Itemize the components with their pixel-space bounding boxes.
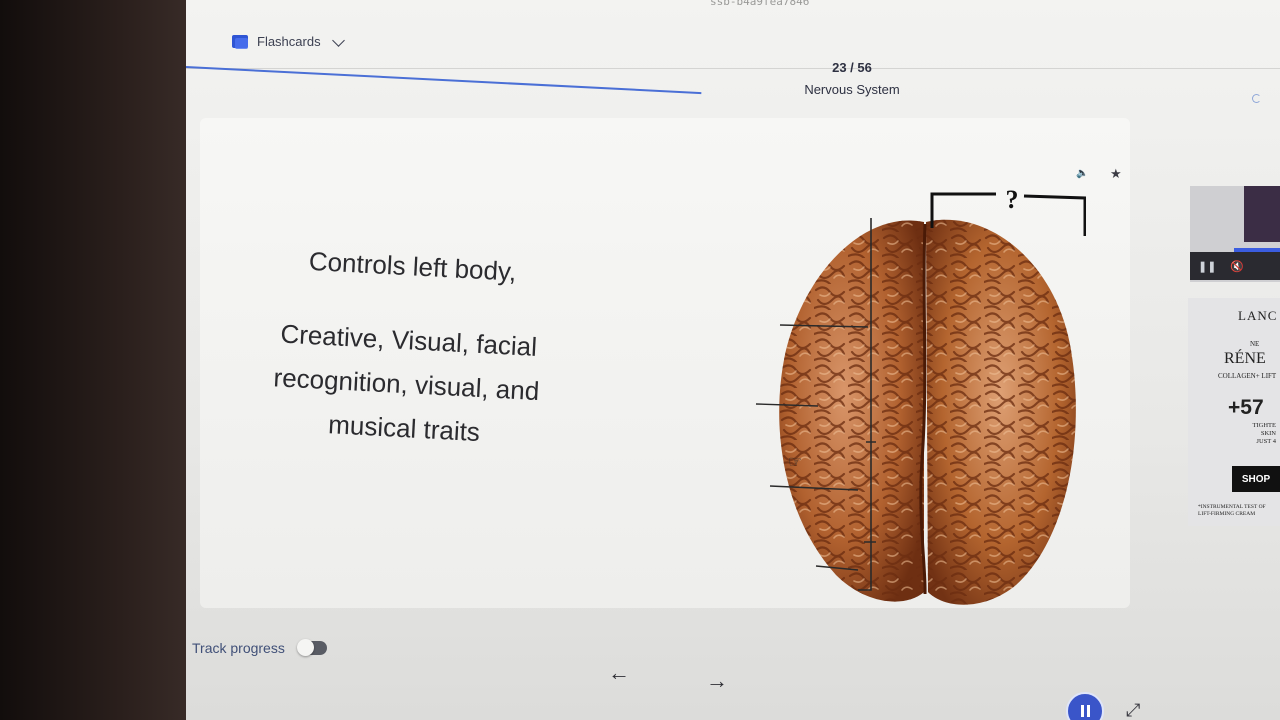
loading-icon <box>1252 94 1261 103</box>
ad-fine-print: *INSTRUMENTAL TEST OF LIFT-FIRMING CREAM <box>1198 504 1266 517</box>
next-card-button[interactable]: → <box>706 668 728 694</box>
ad-subline: COLLAGEN+ LIFT <box>1218 372 1277 380</box>
flashcards-icon <box>232 35 248 49</box>
mode-label: Flashcards <box>257 34 321 49</box>
progress-track <box>186 68 1280 69</box>
track-progress-label: Track progress <box>192 640 285 656</box>
card-definition: Controls left body, Creative, Visual, fa… <box>242 236 574 488</box>
card-counter: 23 / 56 <box>832 60 872 75</box>
pause-icon[interactable]: ❚❚ <box>1198 260 1216 273</box>
ad-product: RÉNE <box>1224 350 1266 367</box>
shuffle-icon[interactable]: ⤢ <box>1126 700 1140 720</box>
deck-title: Nervous System <box>804 82 900 97</box>
browser-viewport: ssb-b4a9fea7846 Flashcards 23 / 56 Nervo… <box>186 0 1280 720</box>
brain-image: ? <box>755 185 1087 605</box>
hand-cursor-icon: ☞ <box>788 454 803 471</box>
ad-brand: LANC <box>1238 308 1278 323</box>
brain-diagram: ? <box>746 180 1087 610</box>
mute-icon[interactable]: 🔇 <box>1230 260 1244 273</box>
progress-bar <box>186 66 702 95</box>
monitor-bezel <box>0 0 200 720</box>
ad-new-label: NE <box>1250 340 1260 348</box>
audio-icon[interactable]: 🔈 <box>1076 168 1088 179</box>
ad-video-player[interactable]: ❚❚ 🔇 <box>1190 186 1280 282</box>
ad-video-thumbnail <box>1244 186 1280 242</box>
ad-shop-button[interactable]: SHOP <box>1232 466 1280 492</box>
image-label-question: ? <box>1006 185 1019 214</box>
previous-card-button[interactable]: ← <box>608 660 630 686</box>
pause-icon <box>1080 705 1084 717</box>
ad-claim: TIGHTE SKIN JUST 4 <box>1252 422 1276 445</box>
ad-stat: +57 <box>1228 396 1264 419</box>
star-icon[interactable]: ★ <box>1110 166 1122 182</box>
autoplay-pause-button[interactable] <box>1066 692 1104 720</box>
track-progress-toggle[interactable] <box>296 639 327 656</box>
definition-line: Creative, Visual, facial recognition, vi… <box>272 318 541 448</box>
track-progress-row: Track progress <box>192 639 327 656</box>
url-fragment: ssb-b4a9fea7846 <box>710 0 810 8</box>
ad-banner[interactable]: LANC NE RÉNE COLLAGEN+ LIFT +57 TIGHTE S… <box>1188 298 1280 526</box>
mode-dropdown[interactable]: Flashcards <box>232 33 345 49</box>
chevron-down-icon <box>331 33 345 47</box>
